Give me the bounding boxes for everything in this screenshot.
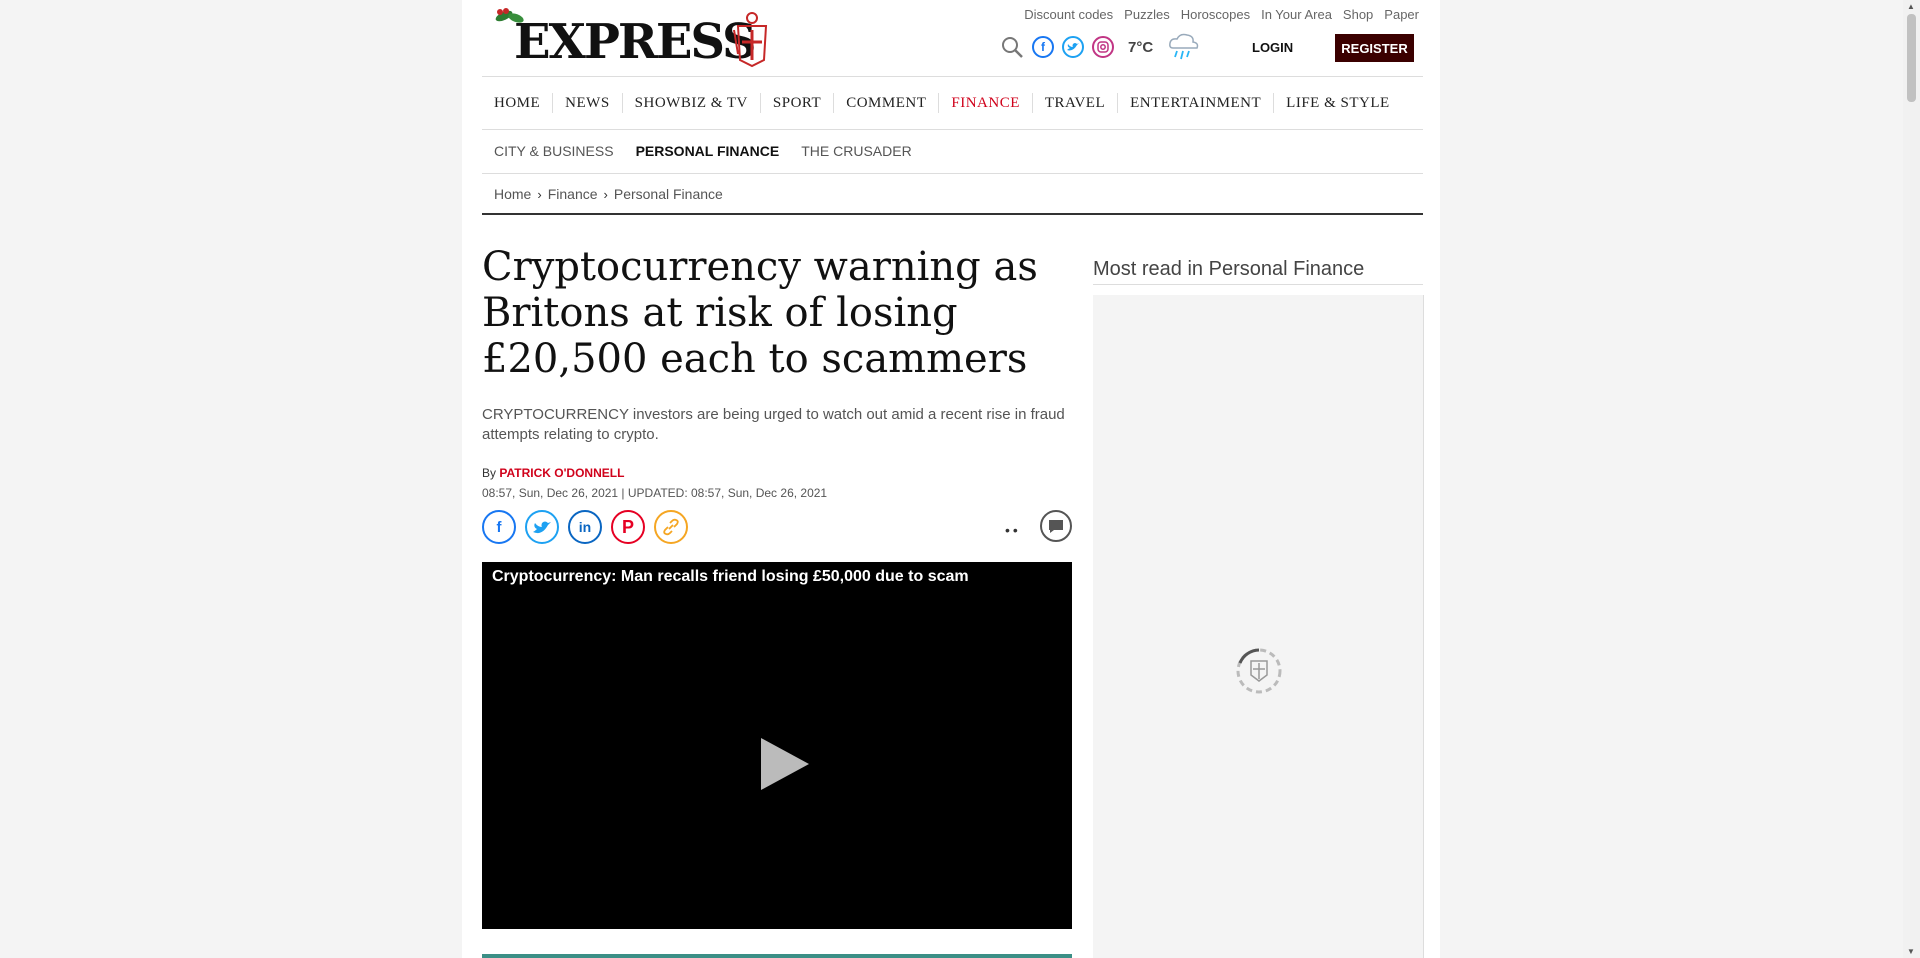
subnav-item-city-business[interactable]: CITY & BUSINESS (494, 143, 614, 159)
breadcrumb-personal-finance[interactable]: Personal Finance (614, 186, 723, 202)
page-container: EXPRESS Discount codes Puzzles Horoscope… (462, 0, 1440, 958)
utility-link-shop[interactable]: Shop (1343, 7, 1373, 22)
utility-link-in-your-area[interactable]: In Your Area (1261, 7, 1332, 22)
article-dates: 08:57, Sun, Dec 26, 2021 | UPDATED: 08:5… (482, 486, 828, 500)
weather-rain-icon (1169, 33, 1199, 60)
chevron-right-icon: › (603, 186, 608, 202)
video-title: Cryptocurrency: Man recalls friend losin… (492, 568, 969, 585)
facebook-icon[interactable]: f (482, 510, 516, 544)
chevron-right-icon: › (537, 186, 542, 202)
utility-links: Discount codes Puzzles Horoscopes In You… (1024, 7, 1419, 22)
nav-item-finance[interactable]: FINANCE (939, 93, 1033, 113)
nav-item-news[interactable]: NEWS (553, 93, 623, 113)
most-read-panel (1093, 295, 1424, 958)
utility-link-discount-codes[interactable]: Discount codes (1024, 7, 1113, 22)
sub-nav: CITY & BUSINESS PERSONAL FINANCE THE CRU… (482, 129, 1423, 174)
subnav-item-personal-finance[interactable]: PERSONAL FINANCE (636, 143, 780, 159)
nav-item-comment[interactable]: COMMENT (834, 93, 940, 113)
divider (482, 954, 1072, 958)
utility-link-horoscopes[interactable]: Horoscopes (1181, 7, 1250, 22)
scroll-down-arrow-icon[interactable]: ▼ (1907, 947, 1915, 956)
breadcrumb: Home › Finance › Personal Finance (482, 175, 1423, 215)
loading-spinner-icon (1236, 648, 1282, 694)
author-link[interactable]: PATRICK O'DONNELL (499, 466, 624, 480)
article-standfirst: CRYPTOCURRENCY investors are being urged… (482, 406, 1065, 443)
temperature: 7°C (1128, 38, 1154, 56)
nav-item-home[interactable]: HOME (482, 93, 554, 113)
logo-text: EXPRESS (514, 14, 757, 70)
video-player[interactable]: Cryptocurrency: Man recalls friend losin… (482, 562, 1072, 929)
nav-item-showbiz-tv[interactable]: SHOWBIZ & TV (623, 93, 761, 113)
breadcrumb-finance[interactable]: Finance (548, 186, 598, 202)
byline-prefix: By (482, 466, 497, 480)
instagram-icon[interactable] (1092, 36, 1114, 58)
crusader-icon (733, 12, 768, 68)
comments-icon[interactable] (1040, 510, 1072, 542)
breadcrumb-home[interactable]: Home (494, 186, 531, 202)
twitter-icon[interactable] (525, 510, 559, 544)
header-icons: f 7°C (1000, 32, 1201, 62)
utility-link-paper[interactable]: Paper (1384, 7, 1419, 22)
linkedin-icon[interactable]: in (568, 510, 602, 544)
express-logo[interactable]: EXPRESS (492, 6, 774, 70)
nav-item-travel[interactable]: TRAVEL (1033, 93, 1119, 113)
nav-item-life-style[interactable]: LIFE & STYLE (1274, 93, 1402, 113)
link-icon[interactable] (654, 510, 688, 544)
search-icon[interactable] (1000, 35, 1024, 59)
page-scrollbar[interactable]: ▲ ▼ (1903, 0, 1920, 958)
pinterest-icon[interactable]: P (611, 510, 645, 544)
share-bar: f in P (482, 510, 688, 544)
twitter-icon[interactable] (1062, 36, 1084, 58)
nav-item-sport[interactable]: SPORT (761, 93, 835, 113)
nav-item-entertainment[interactable]: ENTERTAINMENT (1118, 93, 1275, 113)
more-options-icon[interactable]: •• (1005, 522, 1021, 538)
main-nav: HOME NEWS SHOWBIZ & TV SPORT COMMENT FIN… (482, 76, 1423, 130)
most-read-title: Most read in Personal Finance (1093, 258, 1423, 285)
utility-link-puzzles[interactable]: Puzzles (1124, 7, 1170, 22)
subnav-item-the-crusader[interactable]: THE CRUSADER (801, 143, 911, 159)
article-headline: Cryptocurrency warning as Britons at ris… (482, 244, 1038, 382)
play-icon[interactable] (757, 736, 811, 792)
scroll-up-arrow-icon[interactable]: ▲ (1907, 2, 1915, 11)
register-button[interactable]: REGISTER (1335, 34, 1414, 62)
login-link[interactable]: LOGIN (1252, 40, 1293, 55)
facebook-icon[interactable]: f (1032, 36, 1054, 58)
scrollbar-thumb[interactable] (1907, 14, 1916, 102)
byline: By PATRICK O'DONNELL (482, 466, 624, 480)
